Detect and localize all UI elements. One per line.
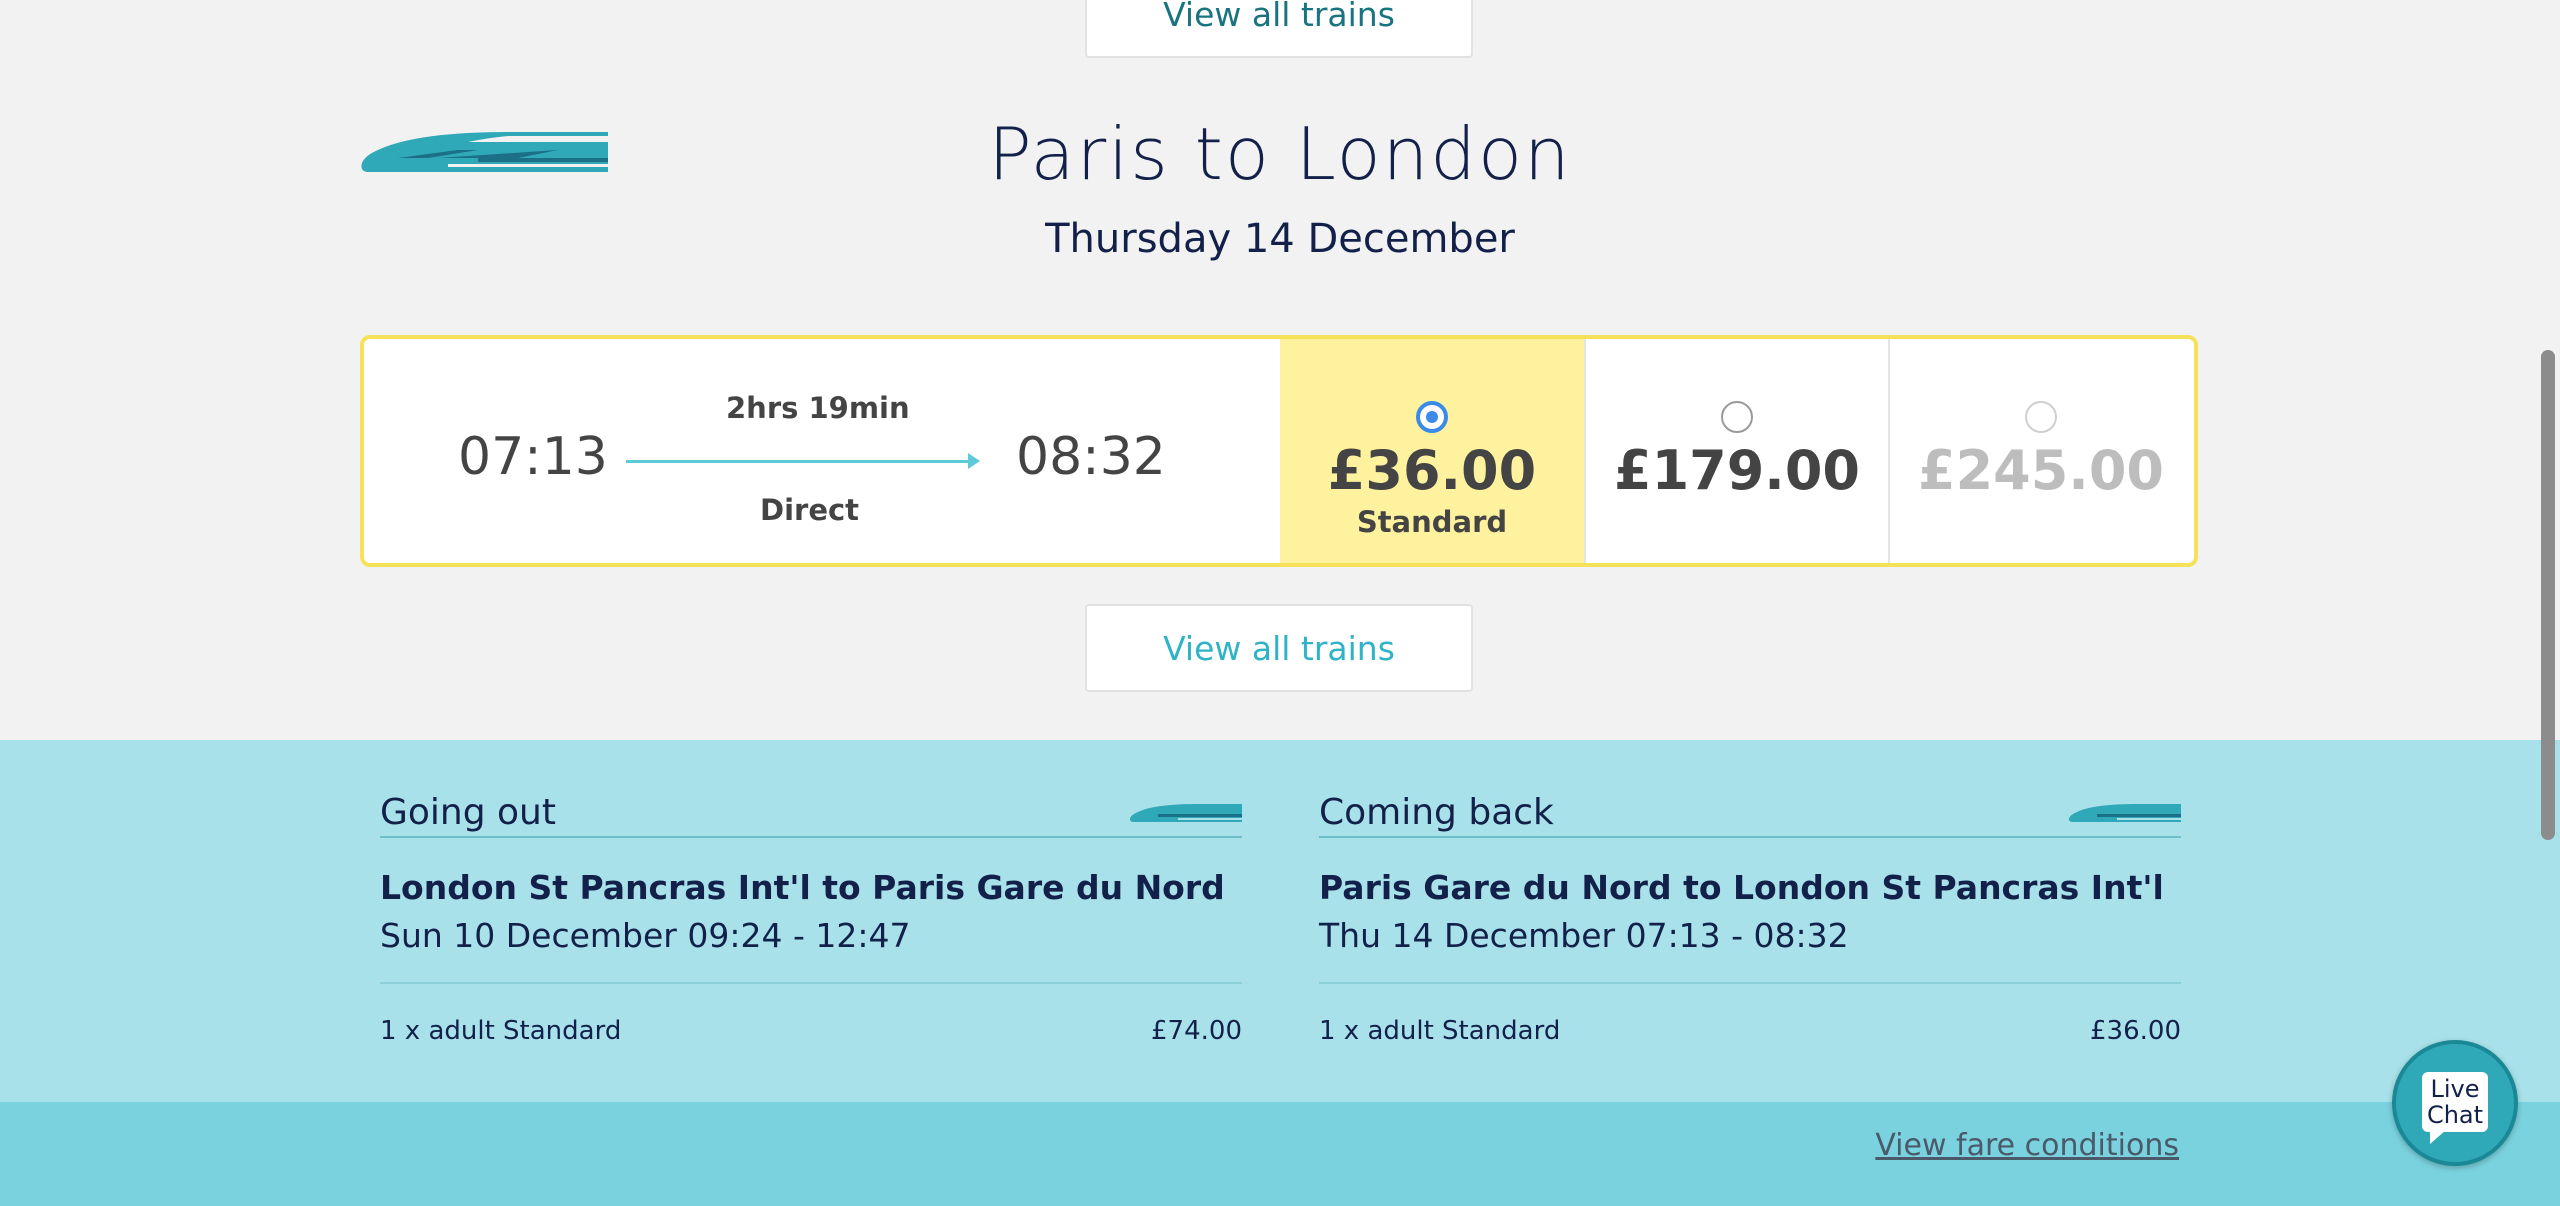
scrollbar-thumb[interactable] [2541,350,2555,840]
fare-price: £245.00 [1918,439,2164,502]
fare-price: £179.00 [1614,439,1860,502]
arrival-time: 08:32 [1016,427,1166,487]
return-route: Paris Gare du Nord to London St Pancras … [1319,868,2164,907]
live-chat-button[interactable]: Live Chat [2392,1040,2518,1166]
train-mini-icon [2068,804,2181,822]
journey-option-card[interactable]: 07:13 2hrs 19min Direct 08:32 £36.00 Sta… [360,335,2198,567]
booking-summary: Going out London St Pancras Int'l to Par… [0,740,2560,1102]
view-all-trains-button[interactable]: View all trains [1085,604,1473,692]
return-datetime: Thu 14 December 07:13 - 08:32 [1319,916,1849,955]
fare-radio-selected[interactable] [1416,401,1448,433]
divider [1319,836,2181,838]
return-passengers: 1 x adult Standard [1319,1016,1561,1046]
view-all-trains-label: View all trains [1163,0,1395,34]
divider [1319,982,2181,984]
return-amount: £36.00 [2090,1016,2181,1046]
fare-price: £36.00 [1327,439,1537,502]
outbound-heading: Going out [380,792,556,833]
view-all-trains-label: View all trains [1163,628,1395,668]
view-fare-conditions-link[interactable]: View fare conditions [1875,1128,2179,1163]
fare-option-2[interactable]: £179.00 [1584,339,1888,563]
outbound-datetime: Sun 10 December 09:24 - 12:47 [380,916,911,955]
live-chat-line2: Chat [2426,1101,2484,1129]
chat-bubble-icon: Live Chat [2422,1072,2488,1132]
fare-class: Standard [1356,505,1508,539]
outbound-route: London St Pancras Int'l to Paris Gare du… [380,868,1225,907]
fare-option-standard[interactable]: £36.00 Standard [1280,339,1584,563]
divider [380,982,1242,984]
journey-arrow-icon [968,453,980,469]
journey-duration: 2hrs 19min [726,391,910,425]
live-chat-line1: Live [2430,1075,2480,1103]
journey-date: Thursday 14 December [1045,216,1515,262]
view-all-trains-button-top[interactable]: View all trains [1085,0,1473,58]
fare-radio-disabled [2025,401,2057,433]
outbound-passengers: 1 x adult Standard [380,1016,622,1046]
journey-line [626,460,976,463]
outbound-amount: £74.00 [1151,1016,1242,1046]
page-title: Paris to London [988,112,1572,196]
train-mini-icon [1129,804,1242,822]
divider [380,836,1242,838]
fare-option-3: £245.00 [1888,339,2192,563]
chat-bubble-tail [2430,1130,2446,1144]
journey-stops: Direct [760,493,860,527]
departure-time: 07:13 [458,427,608,487]
return-heading: Coming back [1319,792,1554,833]
fare-radio[interactable] [1721,401,1753,433]
